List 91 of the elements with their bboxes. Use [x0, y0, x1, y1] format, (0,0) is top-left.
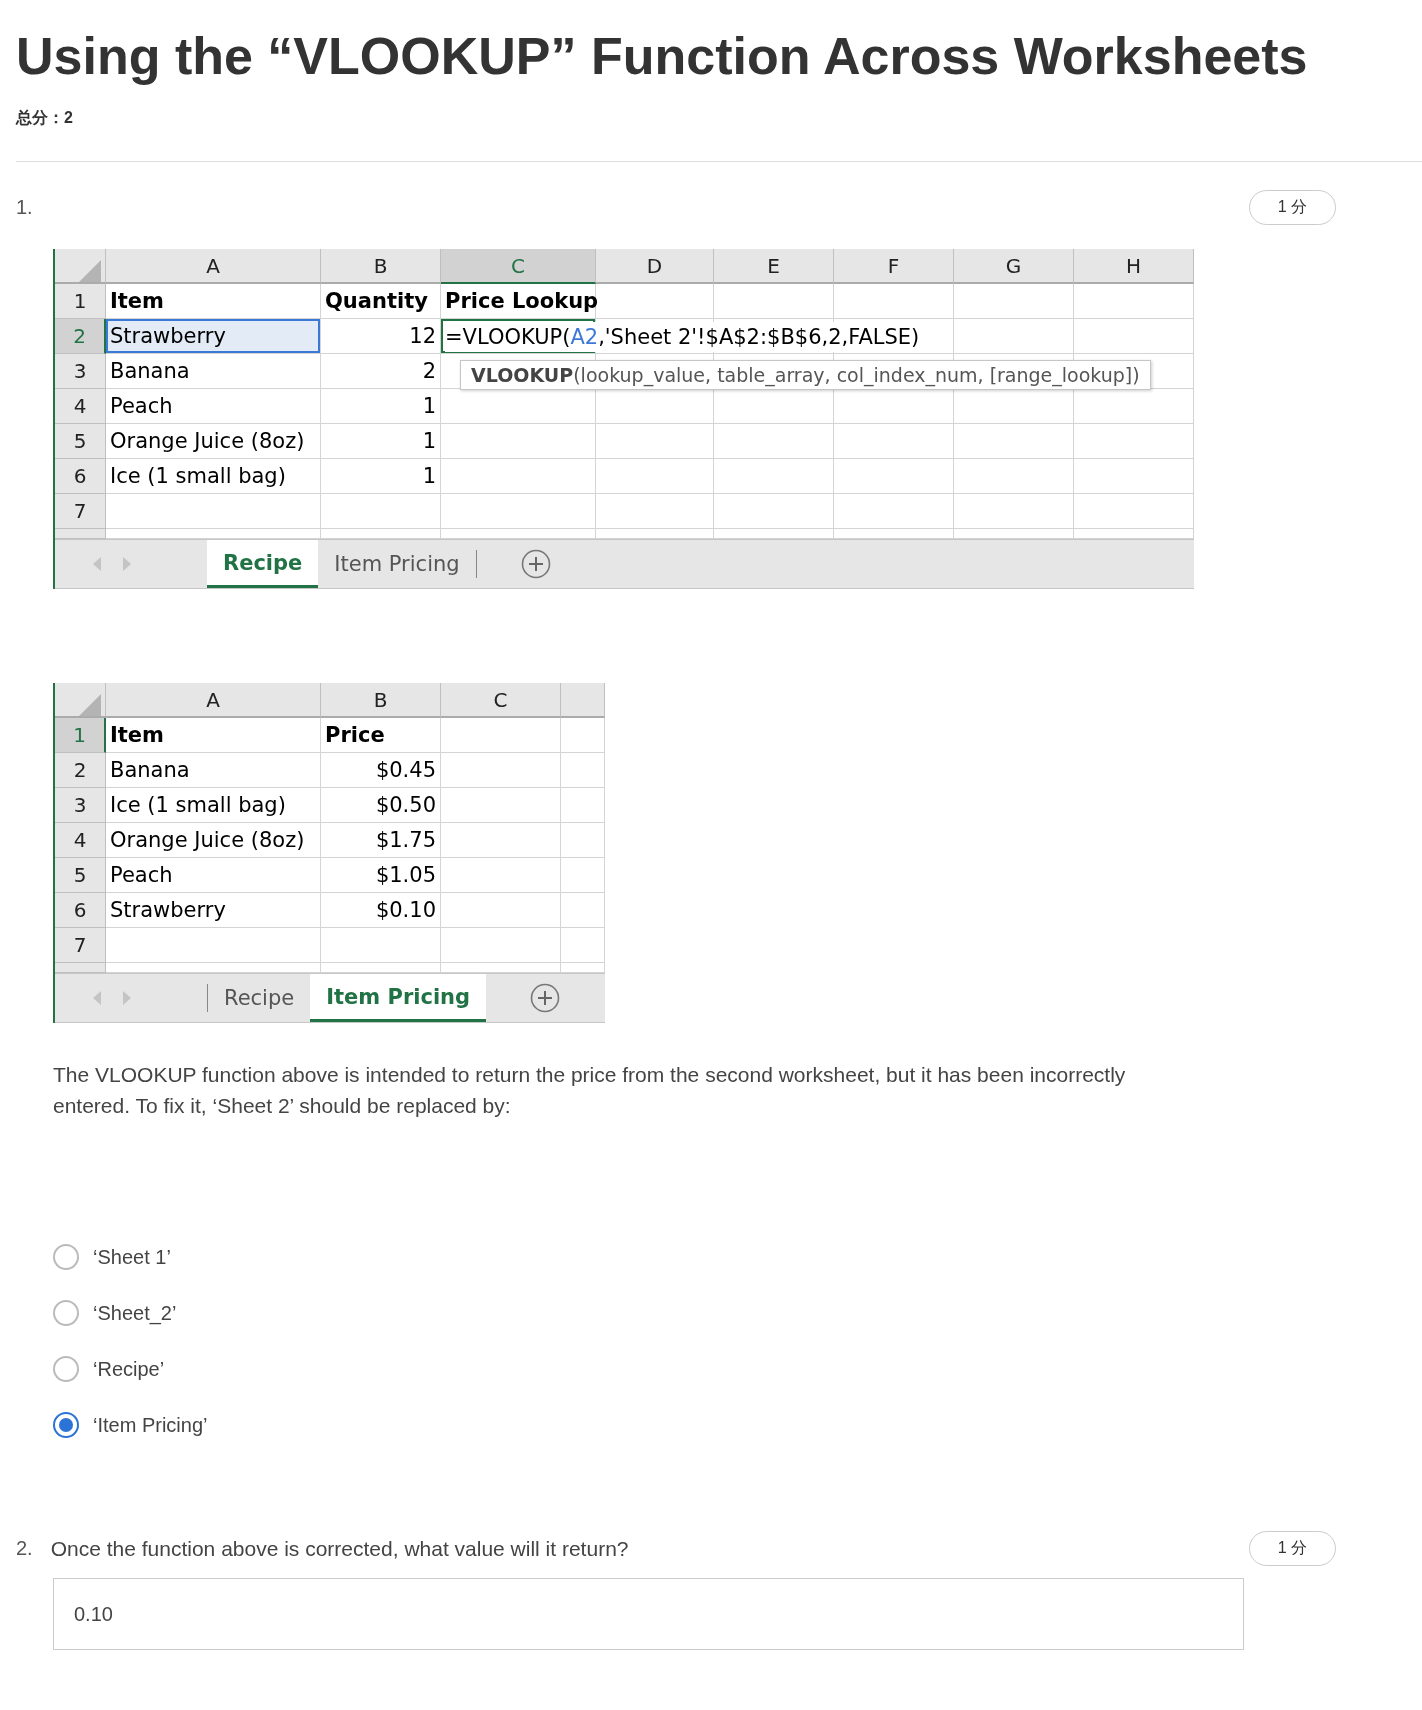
- row-header[interactable]: [55, 963, 106, 973]
- table-cell: Orange Juice (8oz): [106, 823, 321, 858]
- row-header[interactable]: 3: [55, 788, 106, 823]
- table-cell: 1: [321, 389, 441, 424]
- select-all-corner[interactable]: [55, 683, 106, 718]
- row-header[interactable]: 1: [55, 718, 106, 753]
- row-header[interactable]: 6: [55, 459, 106, 494]
- table-cell: $0.10: [321, 893, 441, 928]
- table-cell: [561, 753, 605, 788]
- row-header[interactable]: 4: [55, 389, 106, 424]
- column-header[interactable]: D: [596, 249, 714, 284]
- row-header[interactable]: 6: [55, 893, 106, 928]
- column-header[interactable]: E: [714, 249, 834, 284]
- function-tooltip: VLOOKUP(lookup_value, table_array, col_index_num, [range_lookup]): [460, 360, 1151, 390]
- table-cell: Strawberry: [106, 893, 321, 928]
- table-cell: [561, 928, 605, 963]
- row-header[interactable]: 1: [55, 284, 106, 319]
- corner-triangle-icon: [79, 260, 101, 282]
- table-cell: Ice (1 small bag): [106, 788, 321, 823]
- table-cell: $1.05: [321, 858, 441, 893]
- table-cell: [561, 788, 605, 823]
- question-text: The VLOOKUP function above is intended to return the price from the second worksheet, but it has been incorrectly entered. To fix it, ‘Sheet 2’ should be replaced by:: [53, 1062, 1127, 1119]
- table-cell: Banana: [106, 354, 321, 389]
- sheet-tab[interactable]: Recipe: [207, 540, 319, 588]
- option-label: ‘Item Pricing’: [93, 1413, 208, 1437]
- sheet-tab[interactable]: Item Pricing: [318, 540, 476, 588]
- sheet-tab[interactable]: Recipe: [208, 974, 311, 1022]
- table-cell: Peach: [106, 389, 321, 424]
- page-title: Using the “VLOOKUP” Function Across Worksheets: [16, 26, 1309, 86]
- select-all-corner[interactable]: [55, 249, 106, 284]
- table-cell: [561, 718, 605, 753]
- radio-button[interactable]: [53, 1244, 79, 1270]
- table-cell: 1: [321, 459, 441, 494]
- row-header[interactable]: 2: [55, 753, 106, 788]
- scroll-right-icon[interactable]: [123, 991, 131, 1005]
- points-badge: 1 分: [1248, 190, 1336, 225]
- row-header[interactable]: [55, 529, 106, 539]
- column-header[interactable]: C: [441, 683, 561, 718]
- table-cell: Strawberry: [106, 319, 321, 354]
- table-cell: 2: [321, 354, 441, 389]
- plus-icon: [530, 983, 561, 1013]
- option-label: ‘Sheet 1’: [93, 1245, 171, 1269]
- row-header[interactable]: 3: [55, 354, 106, 389]
- column-header[interactable]: G: [954, 249, 1074, 284]
- column-header[interactable]: A: [106, 683, 321, 718]
- plus-icon: [520, 549, 551, 579]
- scroll-left-icon[interactable]: [93, 557, 101, 571]
- question-text: Once the function above is corrected, what value will it return?: [50, 1536, 629, 1562]
- row-header[interactable]: 5: [55, 858, 106, 893]
- table-cell: [561, 823, 605, 858]
- column-header[interactable]: A: [106, 249, 321, 284]
- column-header[interactable]: B: [321, 249, 441, 284]
- table-cell: [561, 893, 605, 928]
- radio-button[interactable]: [53, 1412, 79, 1438]
- table-cell: $0.50: [321, 788, 441, 823]
- column-header[interactable]: H: [1074, 249, 1194, 284]
- row-header[interactable]: 5: [55, 424, 106, 459]
- question-number: 1.: [16, 196, 33, 219]
- table-cell: 1: [321, 424, 441, 459]
- corner-triangle-icon: [79, 694, 101, 716]
- sheet-tab[interactable]: Item Pricing: [310, 974, 487, 1022]
- points-badge: 1 分: [1248, 1531, 1336, 1566]
- option-label: ‘Recipe’: [93, 1357, 165, 1381]
- table-cell: $0.45: [321, 753, 441, 788]
- column-header[interactable]: C: [441, 249, 596, 284]
- table-cell: $1.75: [321, 823, 441, 858]
- row-header[interactable]: 7: [55, 928, 106, 963]
- row-header[interactable]: 4: [55, 823, 106, 858]
- table-cell: Peach: [106, 858, 321, 893]
- table-cell: 12: [321, 319, 441, 354]
- table-cell: [561, 858, 605, 893]
- row-header[interactable]: 7: [55, 494, 106, 529]
- radio-button[interactable]: [53, 1356, 79, 1382]
- row-header[interactable]: 2: [55, 319, 106, 354]
- table-cell: Quantity: [321, 284, 441, 319]
- total-score: 总分：2: [16, 108, 73, 128]
- option-label: ‘Sheet_2’: [93, 1301, 177, 1325]
- answer-field[interactable]: 0.10: [53, 1578, 1244, 1650]
- radio-button[interactable]: [53, 1300, 79, 1326]
- table-cell: Item: [106, 718, 321, 753]
- scroll-right-icon[interactable]: [123, 557, 131, 571]
- scroll-left-icon[interactable]: [93, 991, 101, 1005]
- table-cell: Orange Juice (8oz): [106, 424, 321, 459]
- column-header[interactable]: B: [321, 683, 441, 718]
- table-cell: Ice (1 small bag): [106, 459, 321, 494]
- table-cell: Price Lookup: [441, 284, 596, 319]
- table-cell: Price: [321, 718, 441, 753]
- table-cell: Banana: [106, 753, 321, 788]
- column-header[interactable]: [561, 683, 605, 718]
- question-number: 2.: [16, 1537, 33, 1560]
- column-header[interactable]: F: [834, 249, 954, 284]
